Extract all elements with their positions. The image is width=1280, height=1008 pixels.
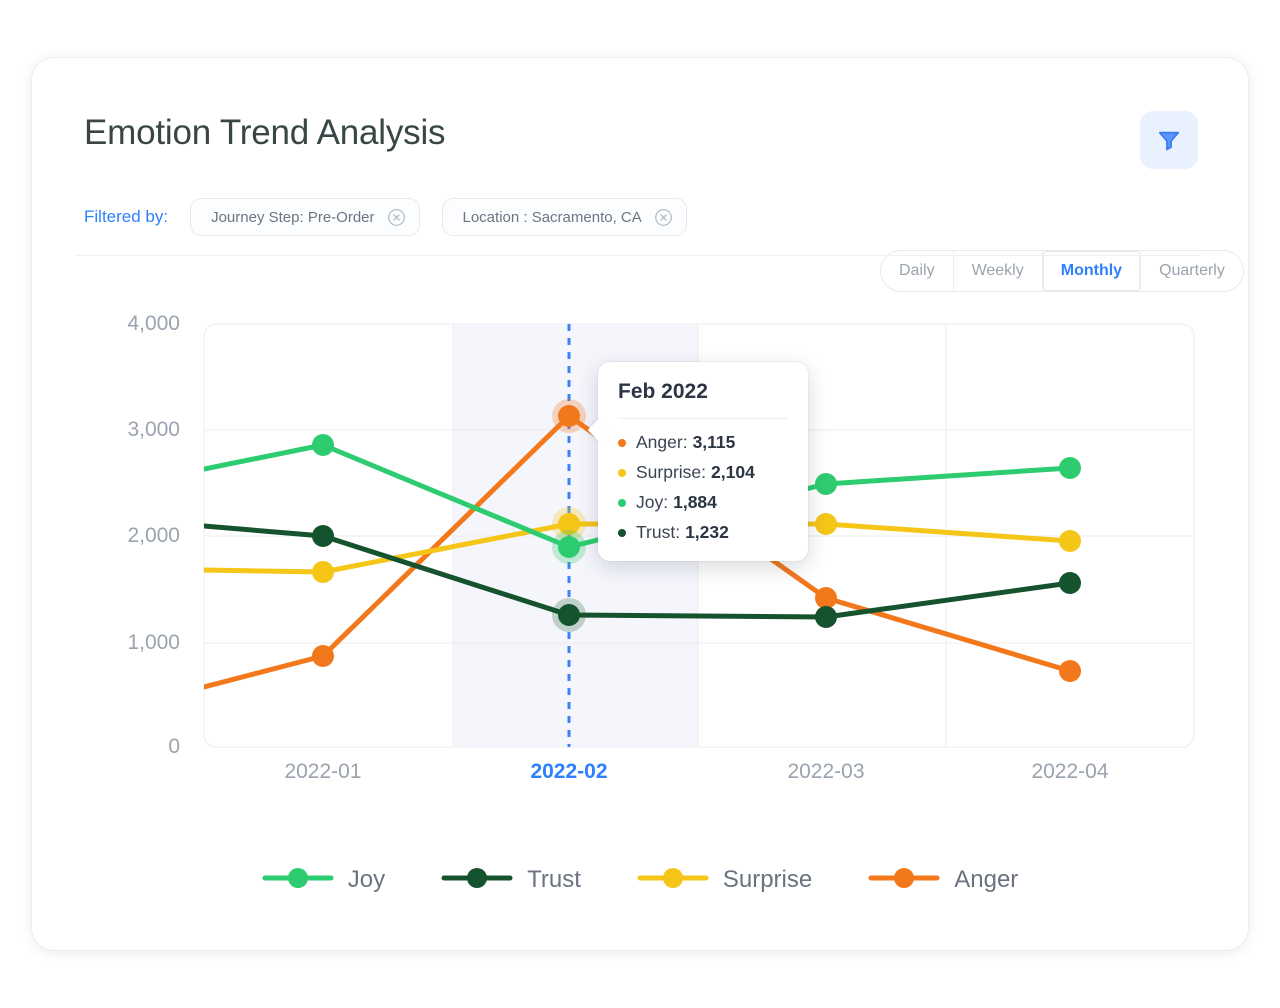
granularity-option-quarterly[interactable]: Quarterly (1141, 251, 1243, 291)
y-tick-label-3000: 3,000 (127, 418, 180, 441)
page-root: Emotion Trend Analysis Filtered by: Jour… (0, 0, 1280, 1008)
data-point-trust-2022-02 (558, 604, 580, 626)
tooltip-value-surprise: 2,104 (711, 462, 755, 482)
legend-label-surprise: Surprise (722, 866, 813, 893)
legend-marker-joy (262, 867, 334, 894)
legend-item-anger[interactable]: Anger (868, 866, 1018, 894)
tooltip-label-trust: Trust: (636, 522, 681, 542)
data-point-anger-2022-03 (815, 587, 837, 609)
page-title: Emotion Trend Analysis (84, 113, 446, 152)
legend-label-anger: Anger (954, 866, 1019, 893)
close-circle-icon[interactable] (387, 208, 406, 227)
tooltip-arrow (587, 418, 611, 442)
tooltip-dot-joy (618, 498, 626, 507)
tooltip-value-anger: 3,115 (692, 432, 736, 452)
filter-button[interactable] (1140, 111, 1198, 169)
chart-tooltip: Feb 2022 Anger: 3,115 Surprise: 2,104 Jo… (587, 362, 808, 561)
tooltip-value-joy: 1,884 (673, 492, 717, 512)
close-circle-icon[interactable] (654, 208, 673, 227)
tooltip-row-trust: Trust: 1,232 (618, 522, 788, 543)
granularity-segmented-control[interactable]: Daily Weekly Monthly Quarterly (880, 250, 1244, 292)
legend-marker-surprise (637, 867, 709, 894)
tooltip-dot-surprise (618, 468, 626, 477)
filter-chip-label: Journey Step: Pre-Order (211, 208, 375, 226)
legend-item-surprise[interactable]: Surprise (637, 866, 812, 894)
tooltip-label-joy: Joy: (636, 492, 669, 512)
funnel-icon (1156, 127, 1182, 153)
granularity-option-daily[interactable]: Daily (881, 251, 954, 291)
tooltip-dot-anger (618, 438, 626, 447)
x-tick-label-2022-04: 2022-04 (1031, 760, 1109, 783)
data-point-joy-2022-01 (312, 434, 334, 456)
filtered-by-label: Filtered by: (84, 207, 169, 226)
data-point-surprise-2022-03 (815, 513, 837, 535)
tooltip-value-trust: 1,232 (685, 522, 729, 542)
y-tick-label-2000: 2,000 (127, 524, 180, 547)
data-point-anger-2022-04 (1059, 660, 1081, 682)
data-point-halo-surprise-2022-02 (552, 507, 586, 541)
data-point-anger-2022-01 (312, 645, 334, 667)
data-point-halo-trust-2022-02 (552, 598, 586, 632)
x-tick-label-2022-01: 2022-01 (284, 760, 362, 783)
granularity-option-monthly[interactable]: Monthly (1042, 251, 1142, 291)
y-tick-label-0: 0 (168, 735, 180, 758)
tooltip-dot-trust (618, 528, 626, 537)
tooltip-label-anger: Anger: (636, 432, 688, 452)
data-point-joy-2022-02 (558, 536, 580, 558)
filter-chip-label: Location : Sacramento, CA (462, 208, 642, 226)
data-point-trust-2022-04 (1059, 572, 1081, 594)
data-point-anger-2022-02 (558, 405, 580, 427)
data-point-surprise-2022-02 (558, 513, 580, 535)
filter-chip-location[interactable]: Location : Sacramento, CA (441, 198, 687, 236)
tooltip-row-anger: Anger: 3,115 (618, 432, 788, 453)
legend-item-trust[interactable]: Trust (441, 866, 581, 894)
data-point-surprise-2022-01 (312, 561, 334, 583)
legend-marker-anger (868, 867, 940, 894)
tooltip-divider (618, 418, 788, 419)
filter-row: Filtered by: Journey Step: Pre-Order Loc… (84, 194, 1196, 240)
x-tick-label-2022-03: 2022-03 (787, 760, 865, 783)
legend-item-joy[interactable]: Joy (262, 866, 385, 894)
emotion-trend-card: Emotion Trend Analysis Filtered by: Jour… (32, 58, 1248, 950)
data-point-trust-2022-03 (815, 606, 837, 628)
data-point-trust-2022-01 (312, 525, 334, 547)
data-point-halo-joy-2022-02 (552, 530, 586, 564)
data-point-joy-2022-03 (815, 473, 837, 495)
tooltip-label-surprise: Surprise: (636, 462, 707, 482)
x-tick-label-2022-02: 2022-02 (530, 760, 608, 783)
legend-label-trust: Trust (527, 866, 581, 893)
granularity-option-weekly[interactable]: Weekly (954, 251, 1043, 291)
data-point-surprise-2022-04 (1059, 530, 1081, 552)
legend-marker-trust (441, 867, 513, 894)
data-point-halo-anger-2022-02 (552, 399, 586, 433)
y-tick-label-1000: 1,000 (127, 631, 180, 654)
legend-label-joy: Joy (347, 866, 386, 893)
tooltip-row-surprise: Surprise: 2,104 (618, 462, 788, 483)
header-divider (76, 255, 1200, 256)
y-tick-label-4000: 4,000 (127, 312, 180, 335)
filter-chip-journey-step[interactable]: Journey Step: Pre-Order (190, 198, 420, 236)
data-point-joy-2022-04 (1059, 457, 1081, 479)
tooltip-title: Feb 2022 (618, 380, 708, 403)
tooltip-row-joy: Joy: 1,884 (618, 492, 788, 513)
chart-legend: Joy Trust Surprise Anger (32, 866, 1248, 894)
